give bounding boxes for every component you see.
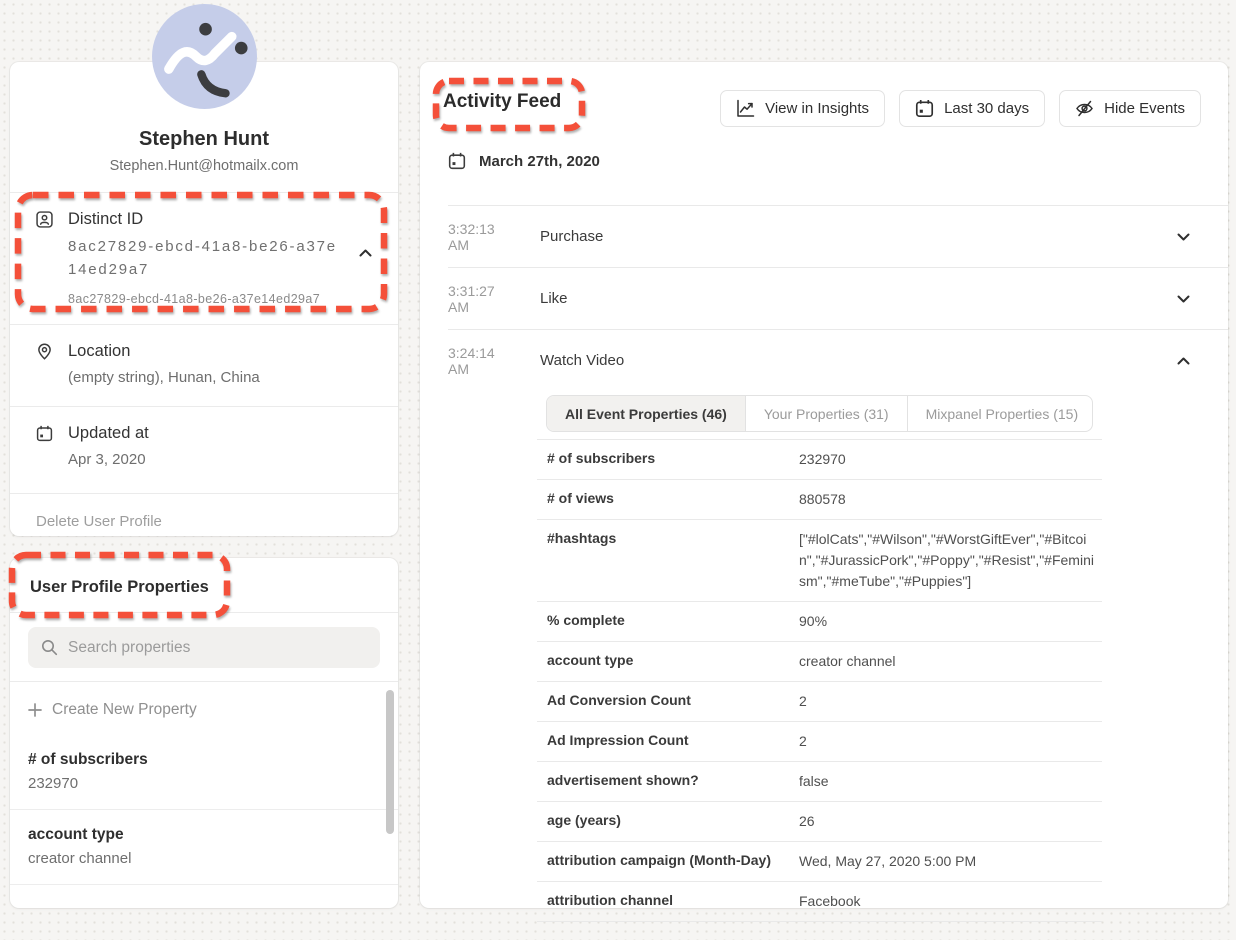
event-properties-panel: All Event Properties (46) Your Propertie…: [537, 395, 1102, 940]
chevron-up-icon[interactable]: [359, 249, 372, 257]
profile-card: Stephen Hunt Stephen.Hunt@hotmailx.com D…: [10, 62, 398, 536]
distinct-id-value-small: 8ac27829-ebcd-41a8-be26-a37e14ed29a7: [68, 292, 372, 306]
tab-mixpanel-properties[interactable]: Mixpanel Properties (15): [907, 396, 1093, 431]
tab-your-properties[interactable]: Your Properties (31): [745, 396, 907, 431]
id-card-icon: [36, 211, 53, 228]
properties-list: Create New Property # of subscribers 232…: [10, 681, 398, 903]
profile-email: Stephen.Hunt@hotmailx.com: [30, 158, 378, 174]
location-value: (empty string), Hunan, China: [68, 367, 372, 389]
table-row: Ad Conversion Count2: [537, 681, 1102, 721]
table-row: attribution channelFacebook: [537, 881, 1102, 921]
event-row-like[interactable]: 3:31:27 AM Like: [448, 267, 1228, 329]
activity-feed-title: Activity Feed: [443, 91, 561, 113]
plus-icon: [28, 703, 42, 717]
search-icon: [41, 639, 58, 656]
user-profile-properties-card: User Profile Properties Create New Prope…: [10, 558, 398, 908]
event-properties-tabs: All Event Properties (46) Your Propertie…: [546, 395, 1093, 432]
user-profile-properties-title: User Profile Properties: [10, 558, 398, 613]
property-list-item[interactable]: # of subscribers 232970: [10, 735, 398, 810]
search-properties-input[interactable]: [68, 639, 367, 657]
table-row: #hashtags["#lolCats","#Wilson","#WorstGi…: [537, 519, 1102, 601]
table-row: advertisement shown?false: [537, 761, 1102, 801]
activity-feed-card: Activity Feed View in Insights Last 30 d…: [420, 62, 1228, 908]
hide-events-button[interactable]: Hide Events: [1059, 90, 1201, 127]
table-row: Ad Impression Count2: [537, 721, 1102, 761]
delete-user-profile-button[interactable]: Delete User Profile: [10, 494, 398, 549]
create-new-property-button[interactable]: Create New Property: [10, 682, 398, 735]
event-properties-table: # of subscribers232970 # of views880578 …: [537, 439, 1102, 940]
chevron-down-icon[interactable]: [1177, 233, 1190, 241]
table-row: account typecreator channel: [537, 641, 1102, 681]
updated-at-section: Updated at Apr 3, 2020: [10, 407, 398, 494]
event-row-purchase[interactable]: 3:32:13 AM Purchase: [448, 205, 1228, 267]
calendar-icon: [448, 152, 466, 170]
profile-name: Stephen Hunt: [30, 128, 378, 151]
updated-at-label: Updated at: [68, 424, 372, 443]
line-chart-icon: [736, 99, 755, 118]
view-in-insights-button[interactable]: View in Insights: [720, 90, 885, 127]
avatar: [152, 4, 257, 109]
calendar-icon: [915, 99, 934, 118]
property-list-item[interactable]: account type creator channel: [10, 810, 398, 885]
calendar-icon: [36, 425, 53, 442]
search-properties-box[interactable]: [28, 627, 380, 668]
chevron-down-icon[interactable]: [1177, 295, 1190, 303]
date-header: March 27th, 2020: [448, 152, 600, 170]
table-row: # of subscribers232970: [537, 439, 1102, 479]
distinct-id-section: Distinct ID 8ac27829-ebcd-41a8-be26-a37e…: [10, 193, 398, 325]
location-section: Location (empty string), Hunan, China: [10, 325, 398, 407]
updated-at-value: Apr 3, 2020: [68, 449, 372, 471]
location-label: Location: [68, 342, 372, 361]
distinct-id-label: Distinct ID: [68, 210, 372, 229]
location-pin-icon: [36, 343, 53, 360]
eye-off-icon: [1075, 99, 1094, 118]
table-row: age (years)26: [537, 801, 1102, 841]
scrollbar-thumb[interactable]: [386, 690, 394, 834]
tab-all-event-properties[interactable]: All Event Properties (46): [547, 396, 745, 431]
chevron-up-icon[interactable]: [1177, 357, 1190, 365]
distinct-id-value: 8ac27829-ebcd-41a8-be26-a37e14ed29a7: [68, 235, 344, 281]
table-row: % complete90%: [537, 601, 1102, 641]
event-row-watch-video[interactable]: 3:24:14 AM Watch Video: [448, 329, 1228, 391]
table-row: # of views880578: [537, 479, 1102, 519]
table-row: [537, 921, 1102, 940]
date-range-button[interactable]: Last 30 days: [899, 90, 1045, 127]
table-row: attribution campaign (Month-Day)Wed, May…: [537, 841, 1102, 881]
